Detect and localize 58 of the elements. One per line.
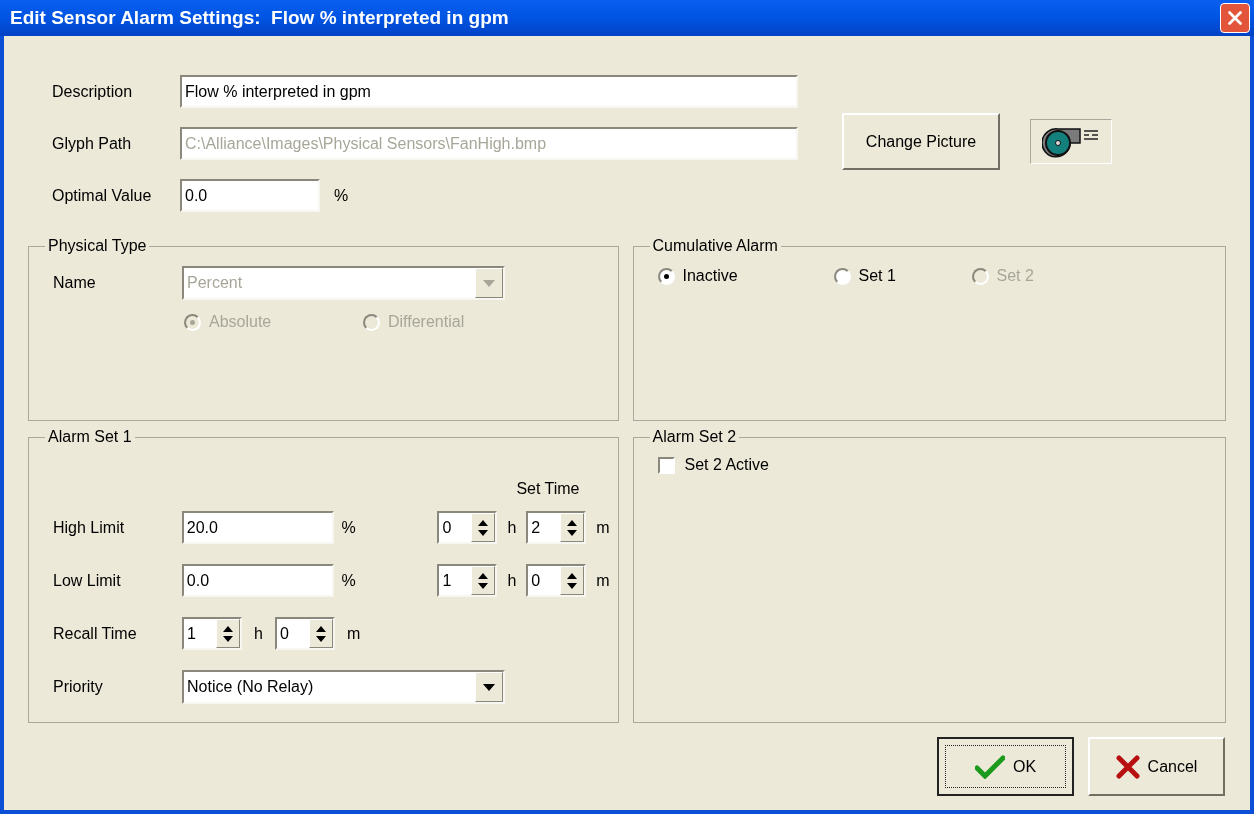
field-label: Glyph Path [52,133,133,154]
radio-label: Differential [388,312,465,332]
group-title: Alarm Set 2 [651,427,738,447]
field-label: Description [52,81,134,102]
group-title: Cumulative Alarm [651,236,779,256]
spin-arrows[interactable] [560,513,585,542]
spin-field[interactable]: 1 [182,617,242,650]
description-field[interactable]: Flow % interpreted in gpm [180,75,798,108]
limit-field[interactable]: 20.0 [181,511,334,544]
unit-label: h [254,623,263,644]
unit-label: h [507,517,517,538]
field-label: Low Limit [53,570,122,591]
cancel-button[interactable]: Cancel [1088,737,1225,796]
unit-label: m [596,570,610,591]
spin-arrows[interactable] [560,566,585,595]
caret-icon [483,683,495,691]
unit-label: h [507,570,517,591]
ok-button[interactable]: OK [937,737,1074,796]
spin-arrows[interactable] [471,566,496,595]
radio-label: Inactive [682,266,738,286]
optimal-value-field[interactable]: 0.0 [180,179,320,212]
field-label: Recall Time [53,623,138,644]
field-label: High Limit [53,517,126,538]
group-title: Alarm Set 1 [47,427,133,447]
unit-label: % [334,185,349,206]
group-title: Physical Type [47,236,148,256]
field-label: Priority [53,677,104,697]
field-label: Name [53,273,97,293]
field-label: Optimal Value [52,185,153,206]
cross-icon [1115,754,1140,779]
change-picture-button[interactable]: Change Picture [842,113,1000,170]
checkbox-label: Set 2 Active [684,455,769,475]
unit-label: m [596,517,610,538]
spin-field[interactable]: 1 [437,564,498,597]
close-button[interactable] [1220,3,1250,33]
spin-field[interactable]: 0 [274,617,335,650]
checkmark-icon [974,754,1005,779]
unit-label: % [341,570,357,591]
spin-arrows[interactable] [471,513,496,542]
column-header: Set Time [516,479,580,499]
limit-field[interactable]: 0.0 [181,564,334,597]
spin-field[interactable]: 0 [437,511,498,544]
radio-button[interactable] [657,267,675,285]
window-title: Edit Sensor Alarm Settings: Flow % interpreted in gpm [10,5,510,30]
checkbox[interactable] [657,456,675,474]
spin-arrows[interactable] [216,619,240,648]
spin-field[interactable]: 2 [526,511,587,544]
radio-label: Set 2 [996,266,1034,286]
radio-label: Absolute [209,312,272,332]
spin-arrows[interactable] [308,619,333,648]
dropdown-arrow-button[interactable] [475,672,503,702]
spin-field[interactable]: 0 [526,564,587,597]
dropdown[interactable]: Notice (No Relay) [182,670,505,704]
radio-label: Set 1 [858,266,896,286]
radio-button[interactable] [833,267,851,285]
caret-icon [483,279,495,287]
unit-label: % [341,517,357,538]
unit-label: m [346,623,361,644]
